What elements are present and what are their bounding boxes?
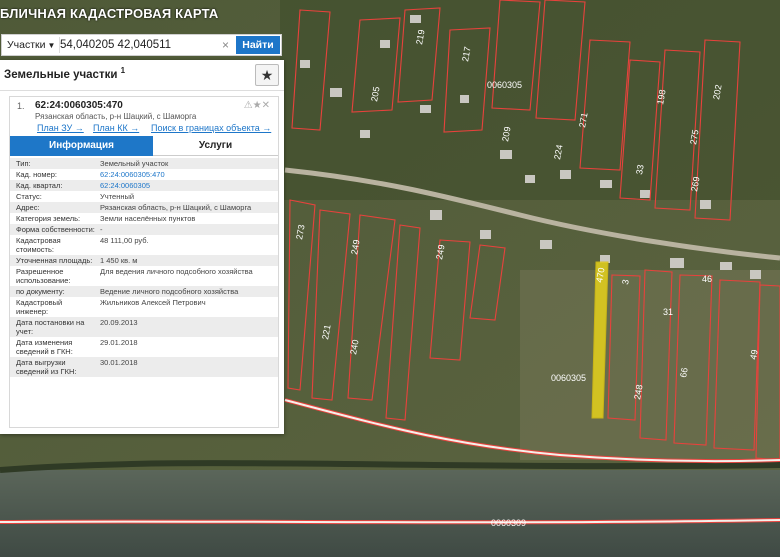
- info-row: Дата постановки на учет: 20.09.2013: [10, 317, 278, 337]
- info-row: Дата выгрузки сведений из ГКН: 30.01.2018: [10, 357, 278, 377]
- plan-kk-link[interactable]: План КК →: [93, 123, 139, 133]
- warning-star-icons[interactable]: ⚠★✕: [244, 100, 270, 111]
- object-type-label: Участки: [7, 39, 46, 51]
- info-value: Земли населённых пунктов: [100, 214, 196, 223]
- panel-title: Земельные участки 1: [4, 66, 125, 81]
- info-row: Кадастровая стоимость: 48 111,00 руб.: [10, 235, 278, 255]
- info-key: Статус:: [16, 192, 42, 201]
- tab-services[interactable]: Услуги: [153, 136, 278, 156]
- search-within-link[interactable]: Поиск в границах объекта →: [151, 123, 271, 133]
- tab-information[interactable]: Информация: [10, 136, 153, 156]
- info-row: Тип: Земельный участок: [10, 158, 278, 169]
- info-key: Уточненная площадь:: [16, 256, 93, 265]
- map-green-top: [280, 0, 780, 200]
- cadastral-number[interactable]: 62:24:0060305:470: [35, 100, 123, 111]
- parcel-label: 31: [663, 307, 673, 317]
- parcel-label: 46: [702, 274, 712, 284]
- result-count: 1: [120, 66, 126, 75]
- info-key: Разрешенное использование:: [16, 267, 71, 285]
- parcel-label: 33: [634, 164, 646, 176]
- info-row: Статус: Учтенный: [10, 191, 278, 202]
- info-key: Тип:: [16, 159, 31, 168]
- quarter-label-2: 0060305: [551, 373, 586, 383]
- info-value: 29.01.2018: [100, 338, 138, 347]
- card-tabs: Информация Услуги: [10, 136, 278, 156]
- info-value[interactable]: 62:24:0060305: [96, 180, 278, 191]
- info-key: Дата изменения сведений в ГКН:: [16, 338, 73, 356]
- info-key: Категория земель:: [16, 214, 81, 223]
- panel-title-text: Земельные участки: [4, 68, 118, 81]
- info-value: -: [100, 225, 103, 234]
- info-row: Кадастровый инженер: Жильников Алексей Пе…: [10, 297, 278, 317]
- info-row: Уточненная площадь: 1 450 кв. м: [10, 255, 278, 266]
- object-type-select[interactable]: Участки ▼: [4, 37, 60, 53]
- info-row: по документу: Ведение личного подсобного …: [10, 286, 278, 297]
- info-value: Ведение личного подсобного хозяйства: [100, 287, 239, 296]
- info-table: Тип: Земельный участок Кад. номер: 62:24:00…: [10, 158, 278, 377]
- info-value: 1 450 кв. м: [100, 256, 138, 265]
- info-row: Кад. номер: 62:24:0060305:470: [10, 169, 278, 180]
- info-row: Категория земель: Земли населённых пункто…: [10, 213, 278, 224]
- parcel-label: 49: [748, 349, 760, 361]
- favorite-star-icon[interactable]: ★: [255, 64, 279, 86]
- info-key: по документу:: [16, 287, 65, 296]
- info-row: Адрес: Рязанская область, р-н Шацкий, с Ш…: [10, 202, 278, 213]
- info-value: Земельный участок: [100, 159, 169, 168]
- info-value: Жильников Алексей Петрович: [100, 298, 206, 307]
- search-bar: Участки ▼ 54,040205 42,040511 × Найти: [1, 34, 282, 56]
- divider: [0, 90, 284, 91]
- river: [0, 470, 780, 557]
- find-button[interactable]: Найти: [236, 36, 280, 54]
- quarter-label-3: 0060309: [491, 518, 526, 528]
- parcel-label: 66: [678, 367, 690, 379]
- info-key: Форма собственности:: [16, 225, 95, 234]
- info-key: Кад. номер:: [16, 170, 57, 179]
- search-input[interactable]: 54,040205 42,040511: [60, 37, 220, 53]
- plan-zu-link[interactable]: План ЗУ →: [37, 123, 84, 133]
- result-index: 1.: [17, 101, 25, 111]
- parcel-address: Рязанская область, р-н Шацкий, с Шаморга: [35, 112, 197, 121]
- info-value: 30.01.2018: [100, 358, 138, 367]
- info-row: Кад. квартал: 62:24:0060305: [10, 180, 278, 191]
- map-field-light: [520, 270, 780, 460]
- info-key: Дата постановки на учет:: [16, 318, 85, 336]
- info-row: Разрешенное использование: Для ведения ли…: [10, 266, 278, 286]
- parcel-card: 1. 62:24:0060305:470 ⚠★✕ Рязанская облас…: [9, 96, 279, 428]
- info-key: Кадастровая стоимость:: [16, 236, 61, 254]
- info-row: Дата изменения сведений в ГКН: 29.01.2018: [10, 337, 278, 357]
- info-value: 48 111,00 руб.: [100, 236, 149, 245]
- quarter-label-1: 0060305: [487, 80, 522, 90]
- info-value: Для ведения личного подсобного хозяйства: [100, 267, 253, 276]
- info-row: Форма собственности: -: [10, 224, 278, 235]
- chevron-down-icon: ▼: [47, 41, 56, 50]
- app-title: БЛИЧНАЯ КАДАСТРОВАЯ КАРТА: [0, 6, 219, 21]
- results-panel: Земельные участки 1 ★ 1. 62:24:0060305:4…: [0, 60, 284, 434]
- clear-icon[interactable]: ×: [222, 37, 229, 53]
- info-value[interactable]: 62:24:0060305:470: [96, 169, 278, 180]
- info-key: Кад. квартал:: [16, 181, 63, 190]
- info-key: Кадастровый инженер:: [16, 298, 63, 316]
- info-key: Адрес:: [16, 203, 40, 212]
- info-value: 20.09.2013: [100, 318, 138, 327]
- info-value: Учтенный: [100, 192, 135, 201]
- info-key: Дата выгрузки сведений из ГКН:: [16, 358, 77, 376]
- info-value: Рязанская область, р-н Шацкий, с Шаморга: [100, 203, 252, 212]
